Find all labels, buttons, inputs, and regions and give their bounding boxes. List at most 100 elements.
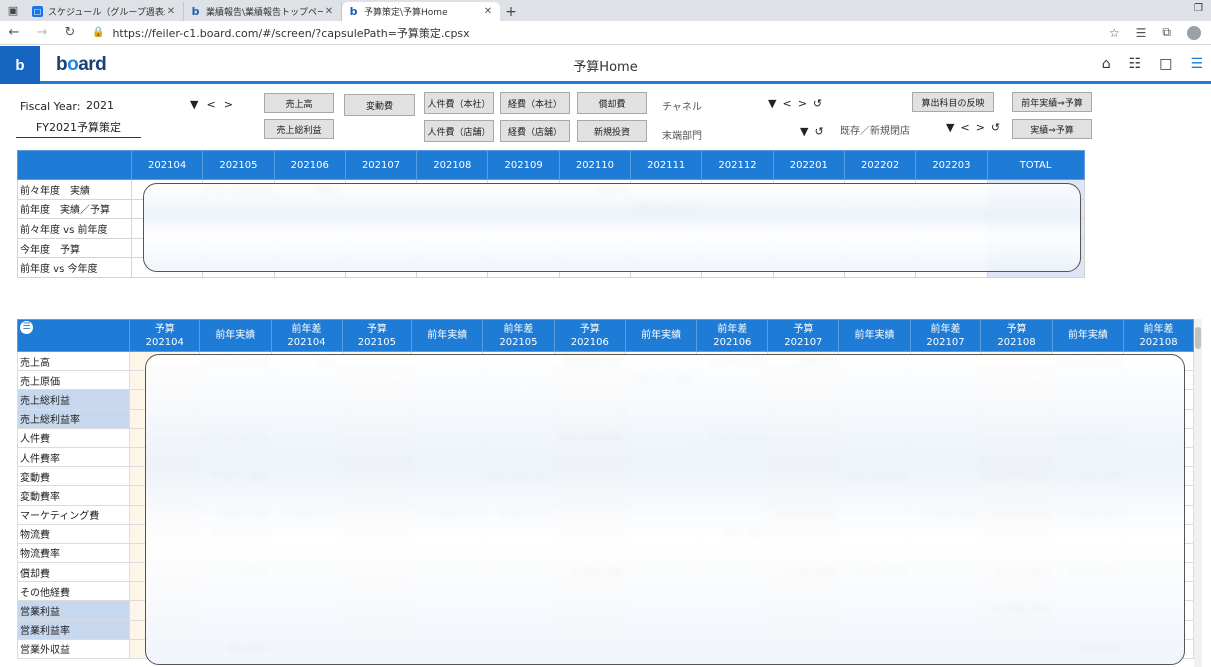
gross-profit-button[interactable]: 売上総利益 — [264, 119, 334, 139]
expense-store-button[interactable]: 経費（店舗） — [500, 120, 570, 142]
close-icon[interactable]: ✕ — [323, 6, 335, 17]
dropdown-caret-icon[interactable]: ▼ — [190, 98, 198, 111]
vertical-scrollbar[interactable] — [1194, 319, 1202, 667]
month-column-header[interactable]: 202107 — [344, 150, 418, 180]
favorites-list-icon[interactable]: ☰ — [1136, 26, 1147, 40]
fiscal-year-select[interactable]: 2021 — [86, 99, 114, 112]
reload-icon[interactable]: ↻ — [56, 25, 84, 40]
column-header[interactable]: 前年差 202106 — [696, 319, 769, 352]
back-arrow-icon[interactable]: ← — [0, 25, 28, 40]
favorite-star-icon[interactable]: ☆ — [1109, 26, 1120, 40]
column-header[interactable]: 前年差 202107 — [909, 319, 982, 352]
month-column-header[interactable]: 202203 — [915, 150, 988, 180]
home-icon[interactable]: ⌂ — [1102, 56, 1111, 72]
month-column-header[interactable]: 202108 — [416, 150, 489, 180]
collections-icon[interactable]: ⧉ — [1162, 25, 1171, 40]
month-column-header[interactable]: 202111 — [630, 150, 703, 180]
reset-icon[interactable]: ↺ — [991, 121, 1000, 134]
close-icon[interactable]: ✕ — [165, 6, 177, 17]
browser-tab-budget[interactable]: b 予算策定\予算Home ✕ — [342, 2, 500, 21]
forward-arrow-icon[interactable]: → — [28, 25, 56, 40]
personnel-hq-button[interactable]: 人件費（本社） — [424, 92, 494, 114]
column-header[interactable]: 予算 202107 — [767, 319, 840, 352]
column-header[interactable]: 前年実績 — [199, 319, 272, 352]
column-header-month: 202105 — [357, 336, 396, 348]
personnel-store-button[interactable]: 人件費（店舗） — [424, 120, 494, 142]
tab-actions-icon[interactable]: ▣ — [0, 0, 26, 21]
lock-icon: 🔒 — [92, 27, 105, 38]
store-type-select[interactable]: 既存／新規閉店 — [840, 122, 910, 137]
column-header-month: 202107 — [784, 336, 823, 348]
column-header-measure: 前年差 — [930, 323, 961, 335]
chevron-right-icon[interactable]: > — [798, 97, 807, 110]
comments-icon[interactable]: □ — [1159, 56, 1172, 72]
column-header-measure: 予算 — [366, 323, 387, 335]
chevron-left-icon[interactable]: < — [206, 98, 215, 111]
column-header-measure: 前年実績 — [427, 330, 468, 341]
list-menu-icon[interactable]: ☰ — [20, 321, 33, 334]
new-tab-icon[interactable]: + — [500, 2, 522, 21]
column-header-month: 202106 — [713, 336, 752, 348]
new-investment-button[interactable]: 新規投資 — [577, 120, 647, 142]
dropdown-caret-icon[interactable]: ▼ — [946, 121, 954, 134]
reset-icon[interactable]: ↺ — [813, 97, 822, 110]
month-column-header[interactable]: 202106 — [273, 150, 346, 180]
month-column-header[interactable]: 202112 — [701, 150, 774, 180]
window-restore-icon[interactable]: ❐ — [1194, 3, 1203, 14]
expense-hq-button[interactable]: 経費（本社） — [500, 92, 570, 114]
reflect-items-button[interactable]: 算出科目の反映 — [912, 92, 994, 112]
column-header[interactable]: 前年実績 — [838, 319, 911, 352]
channel-select[interactable]: チャネル — [662, 98, 702, 113]
prev-actual-to-budget-button[interactable]: 前年実績⇒予算 — [1012, 92, 1092, 112]
total-column-header[interactable]: TOTAL — [986, 150, 1085, 180]
navigation-tree-icon[interactable]: ☷ — [1129, 56, 1142, 72]
month-column-header[interactable]: 202104 — [130, 150, 204, 180]
row-label: 前年度 実績／予算 — [17, 198, 132, 220]
url-field[interactable]: 🔒 https://feiler-c1.board.com/#/screen/?… — [92, 25, 1109, 41]
month-column-header[interactable]: 202109 — [487, 150, 560, 180]
column-header-measure: 前年差 — [1143, 323, 1174, 335]
browser-tab-schedule[interactable]: □ スケジュール（グループ週表示） - サ ✕ — [26, 2, 184, 21]
column-header[interactable]: 前年実績 — [411, 319, 484, 352]
row-label: 変動費率 — [17, 485, 131, 506]
chevron-left-icon[interactable]: < — [782, 97, 791, 110]
column-header[interactable]: 予算 202105 — [341, 319, 413, 352]
tab-title: スケジュール（グループ週表示） - サ — [48, 8, 165, 18]
month-column-header[interactable]: 202202 — [843, 150, 917, 180]
month-column-header[interactable]: 202110 — [558, 150, 632, 180]
column-header[interactable]: 前年実績 — [1051, 319, 1125, 352]
column-header[interactable]: 前年実績 — [624, 319, 698, 352]
board-app-icon: b — [191, 5, 200, 18]
column-header[interactable]: 前年差 202108 — [1123, 319, 1194, 352]
variable-cost-button[interactable]: 変動費 — [344, 94, 415, 116]
reset-icon[interactable]: ↺ — [814, 125, 823, 138]
column-header[interactable]: 予算 202106 — [553, 319, 626, 352]
row-label: 前年度 vs 今年度 — [17, 257, 132, 278]
column-header-month: 202108 — [997, 336, 1036, 348]
month-column-header[interactable]: 202201 — [772, 150, 845, 180]
column-header-month: 202108 — [1139, 336, 1178, 348]
dropdown-caret-icon[interactable]: ▼ — [768, 97, 776, 110]
filter-bar: Fiscal Year: 2021 ▼ < > FY2021予算策定 売上高 売… — [0, 88, 1211, 146]
row-label: マーケティング費 — [17, 504, 131, 525]
dropdown-caret-icon[interactable]: ▼ — [800, 125, 808, 138]
chevron-right-icon[interactable]: > — [976, 121, 985, 134]
actual-to-budget-button[interactable]: 実績⇒予算 — [1012, 119, 1092, 139]
department-select[interactable]: 末端部門 — [662, 127, 702, 142]
column-header[interactable]: 前年差 202105 — [482, 319, 555, 352]
row-label: 売上総利益率 — [17, 408, 131, 429]
browser-tab-performance[interactable]: b 業績報告\業績報告トップページ ✕ — [184, 2, 342, 21]
column-header-measure: 前年実績 — [854, 330, 895, 341]
depreciation-button[interactable]: 償却費 — [577, 92, 647, 114]
hamburger-menu-icon[interactable]: ☰ — [1190, 56, 1203, 72]
scrollbar-thumb[interactable] — [1195, 327, 1201, 349]
profile-avatar[interactable] — [1187, 25, 1201, 40]
close-icon[interactable]: ✕ — [482, 6, 494, 17]
month-column-header[interactable]: 202105 — [202, 150, 275, 180]
sales-button[interactable]: 売上高 — [264, 93, 334, 113]
chevron-left-icon[interactable]: < — [960, 121, 969, 134]
column-header[interactable]: 予算 202108 — [980, 319, 1053, 352]
chevron-right-icon[interactable]: > — [224, 98, 233, 111]
column-header[interactable]: 前年差 202104 — [270, 319, 343, 352]
column-header[interactable]: 予算 202104 — [129, 319, 201, 352]
